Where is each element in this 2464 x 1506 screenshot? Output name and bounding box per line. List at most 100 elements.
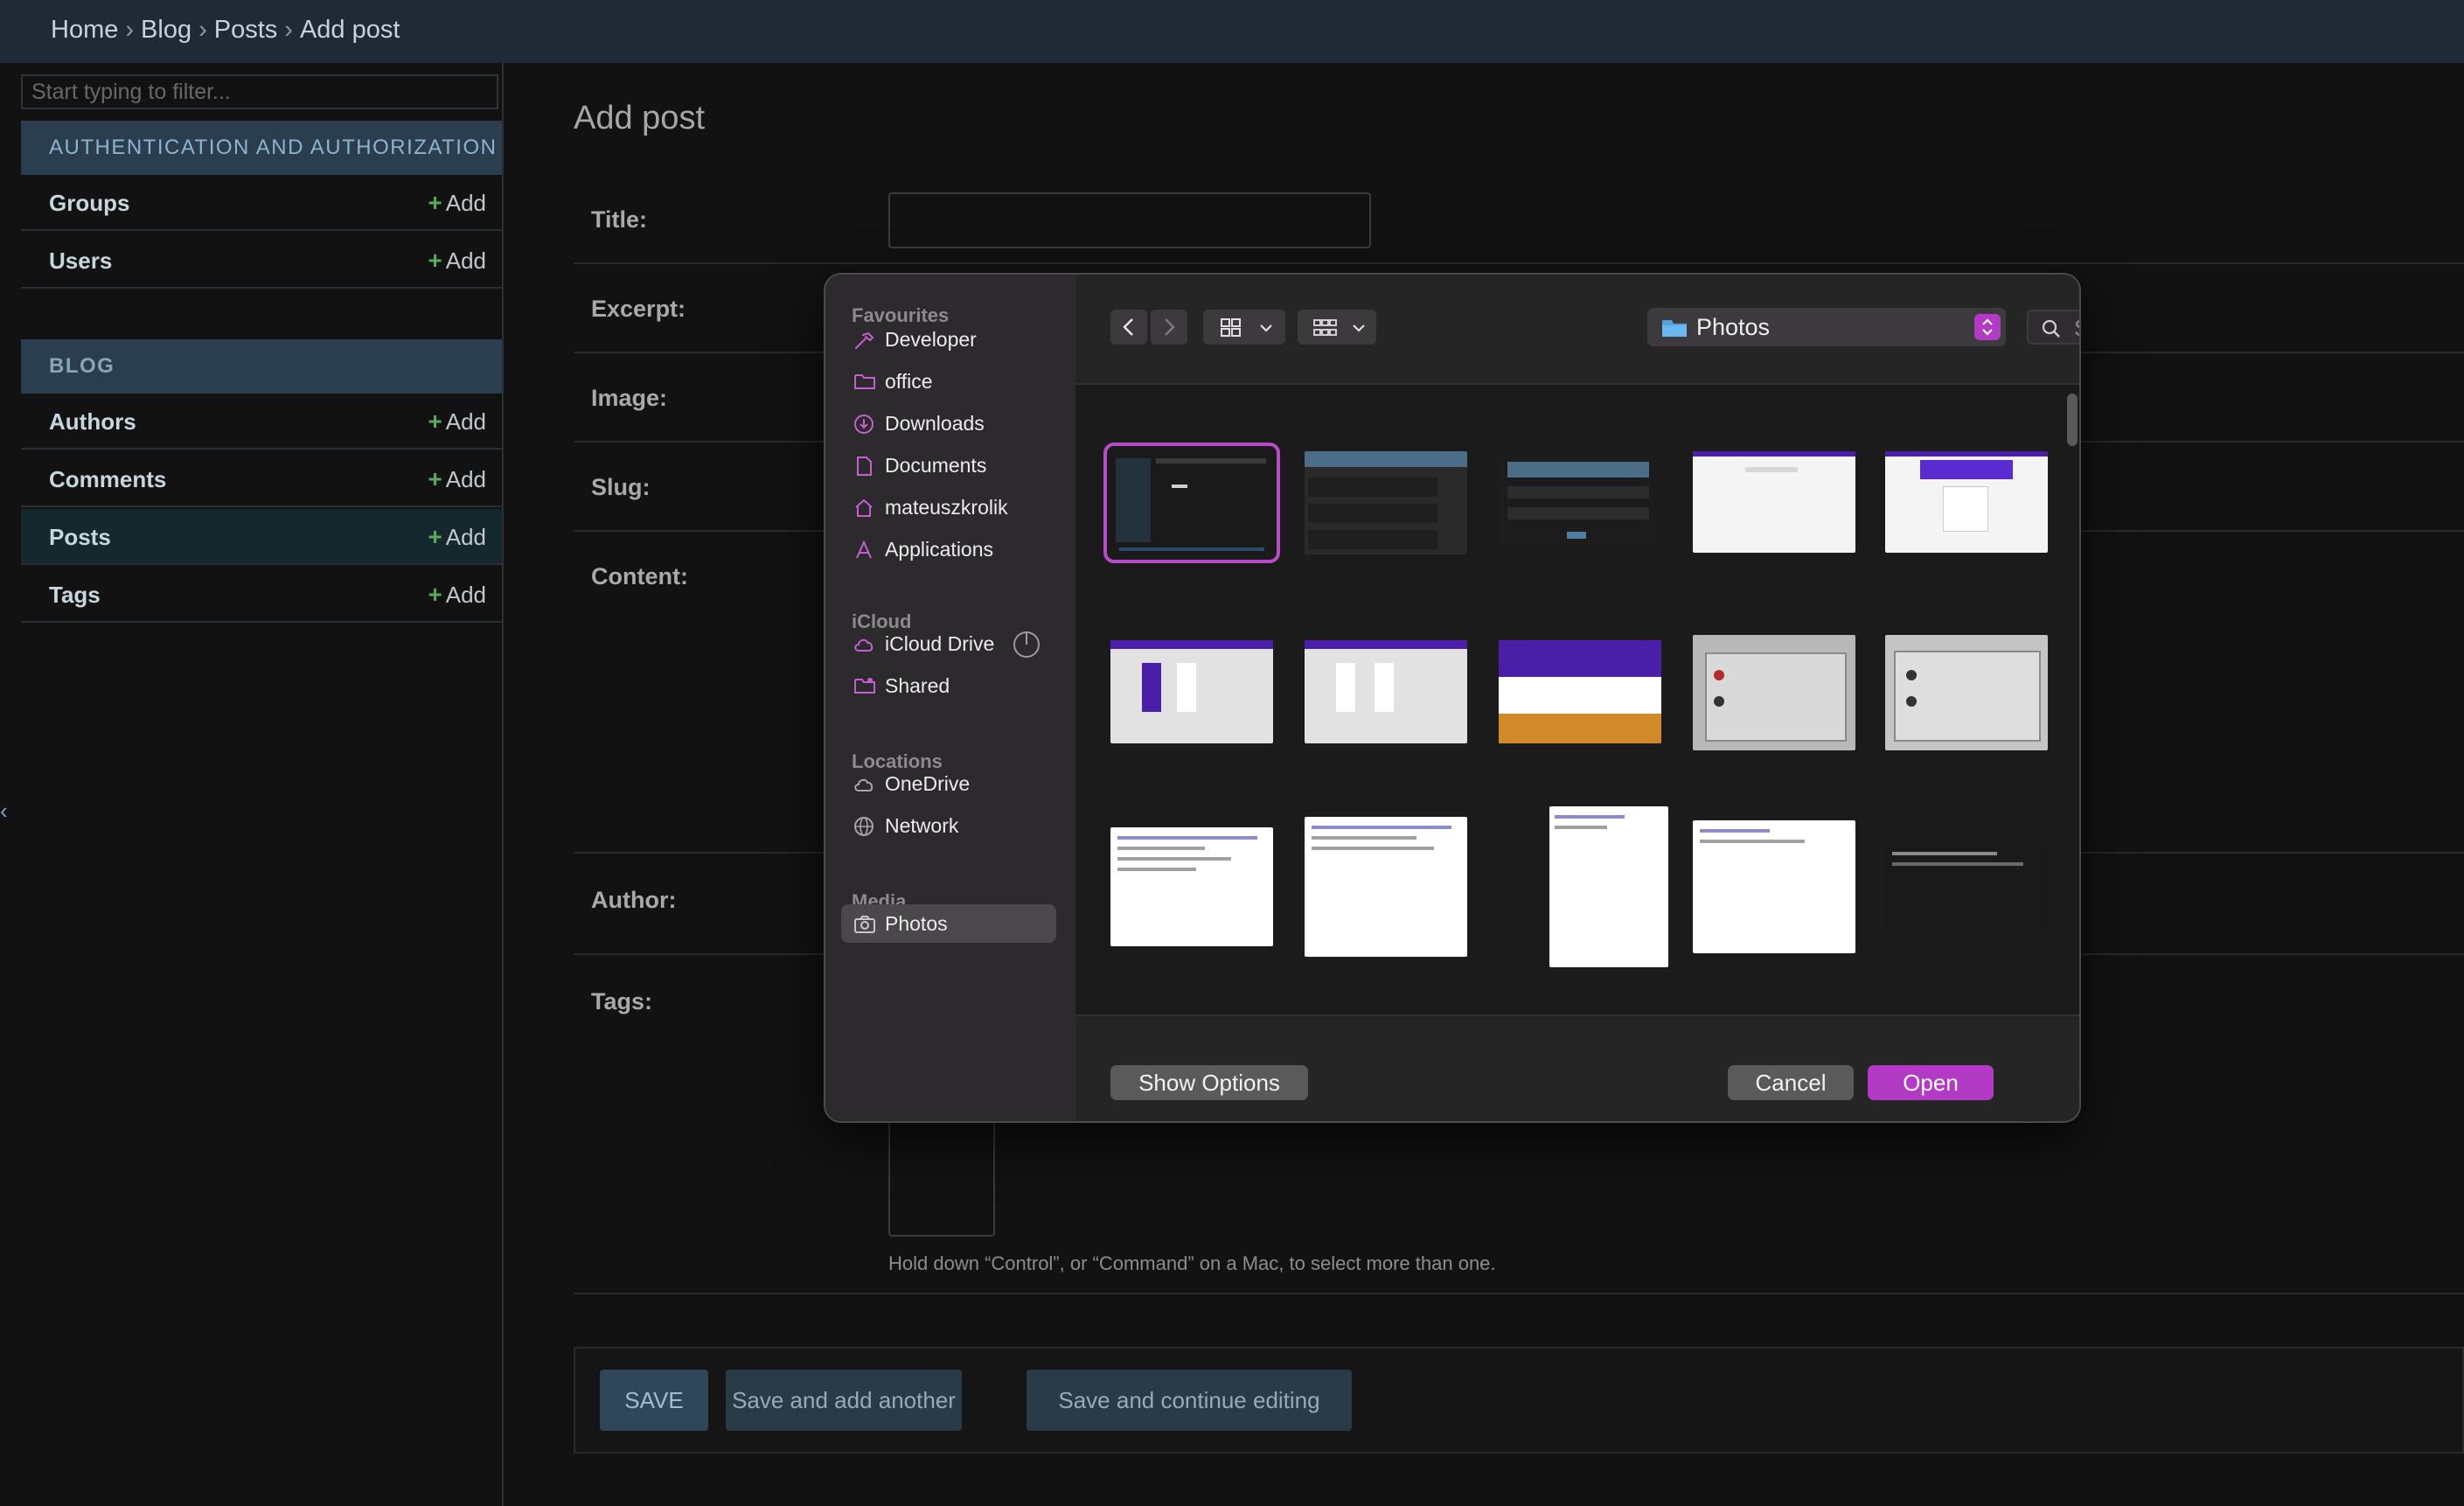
chevron-right-icon [1165, 318, 1175, 336]
show-options-button[interactable]: Show Options [1110, 1065, 1308, 1100]
sidebar-item-posts[interactable]: Posts + Add [21, 509, 502, 565]
view-mode-button[interactable] [1203, 310, 1285, 345]
download-icon [854, 415, 874, 434]
sidebar-item-label: Developer [885, 328, 977, 351]
tags-help-text: Hold down “Control”, or “Command” on a M… [888, 1252, 1496, 1274]
plus-icon: + [428, 247, 442, 274]
scrollbar-thumb[interactable] [2067, 394, 2078, 446]
photo-thumbnail[interactable] [1110, 827, 1273, 946]
sidebar-item-photos[interactable]: Photos [841, 904, 1056, 943]
breadcrumb-blog[interactable]: Blog [141, 16, 191, 44]
module-header-blog[interactable]: BLOG [21, 339, 502, 394]
sidebar-item-authors[interactable]: Authors + Add [21, 394, 502, 450]
sidebar-item-groups[interactable]: Groups + Add [21, 175, 502, 231]
excerpt-label: Excerpt: [591, 296, 686, 322]
location-stepper[interactable] [1974, 314, 2001, 340]
add-label: Add [445, 524, 486, 550]
group-by-button[interactable] [1298, 310, 1376, 345]
sidebar-item-office[interactable]: office [841, 362, 1056, 401]
dialog-sidebar: Favourites Developer office Downloads Do… [825, 275, 1075, 1121]
sidebar-item-label[interactable]: Authors [49, 394, 136, 450]
sidebar-item-label: Applications [885, 538, 994, 561]
photo-thumbnail[interactable] [1693, 451, 1855, 553]
sidebar-collapse-toggle[interactable]: ‹ [0, 798, 8, 825]
sidebar-filter-input[interactable] [21, 74, 498, 109]
file-grid [1075, 383, 2079, 1014]
sidebar-item-applications[interactable]: Applications [841, 530, 1056, 568]
breadcrumb-separator: › [284, 16, 293, 44]
sidebar-item-documents[interactable]: Documents [841, 446, 1056, 485]
title-input[interactable] [888, 192, 1371, 248]
sync-progress-icon [1013, 631, 1040, 658]
forward-button[interactable] [1151, 310, 1187, 345]
cancel-button[interactable]: Cancel [1728, 1065, 1854, 1100]
sidebar-item-downloads[interactable]: Downloads [841, 404, 1056, 443]
open-button[interactable]: Open [1868, 1065, 1994, 1100]
sidebar-item-label[interactable]: Posts [49, 509, 111, 565]
sidebar-item-tags[interactable]: Tags + Add [21, 567, 502, 623]
breadcrumb-separator: › [125, 16, 135, 44]
author-label: Author: [591, 887, 677, 913]
sidebar-item-label[interactable]: Comments [49, 451, 166, 507]
add-authors-link[interactable]: + Add [428, 394, 486, 450]
photo-thumbnail[interactable] [1885, 635, 2048, 750]
globe-icon [854, 817, 874, 836]
add-users-link[interactable]: + Add [428, 233, 486, 289]
save-and-continue-button[interactable]: Save and continue editing [1027, 1370, 1352, 1431]
add-label: Add [445, 408, 486, 435]
photo-thumbnail[interactable] [1110, 640, 1273, 743]
breadcrumb-posts[interactable]: Posts [214, 16, 278, 44]
sidebar-item-label: OneDrive [885, 772, 971, 795]
sidebar-item-onedrive[interactable]: OneDrive [841, 764, 1056, 803]
up-down-chevron-icon [1982, 318, 1993, 336]
photo-thumbnail[interactable] [1305, 817, 1467, 957]
add-posts-link[interactable]: + Add [428, 509, 486, 565]
add-comments-link[interactable]: + Add [428, 451, 486, 507]
sidebar-item-label: office [885, 370, 933, 393]
sidebar-item-label: Photos [885, 912, 948, 935]
tags-label: Tags: [591, 988, 653, 1014]
save-button[interactable]: SAVE [600, 1370, 708, 1431]
module-header-auth[interactable]: AUTHENTICATION AND AUTHORIZATION [21, 121, 502, 175]
title-label: Title: [591, 206, 648, 233]
sidebar-item-comments[interactable]: Comments + Add [21, 451, 502, 507]
sidebar-item-network[interactable]: Network [841, 806, 1056, 845]
nav-sidebar: AUTHENTICATION AND AUTHORIZATION Groups … [19, 63, 504, 1506]
photo-thumbnail[interactable] [1693, 820, 1855, 953]
breadcrumb-current: Add post [299, 16, 400, 44]
photo-thumbnail[interactable] [1549, 806, 1668, 967]
photo-thumbnail[interactable] [1885, 845, 2048, 931]
photo-thumbnail[interactable] [1885, 451, 2048, 553]
sidebar-item-developer[interactable]: Developer [841, 320, 1056, 359]
back-button[interactable] [1110, 310, 1147, 345]
photo-thumbnail[interactable] [1693, 635, 1855, 750]
admin-header: Home › Blog › Posts › Add post [0, 0, 2464, 63]
add-groups-link[interactable]: + Add [428, 175, 486, 231]
sidebar-item-label: Downloads [885, 412, 985, 435]
breadcrumb: Home › Blog › Posts › Add post [51, 16, 400, 45]
photo-thumbnail[interactable] [1305, 640, 1467, 743]
photo-thumbnail[interactable] [1305, 451, 1467, 554]
sidebar-item-label[interactable]: Users [49, 233, 112, 289]
sidebar-item-users[interactable]: Users + Add [21, 233, 502, 289]
sidebar-item-label[interactable]: Groups [49, 175, 129, 231]
photo-thumbnail[interactable] [1499, 457, 1661, 549]
location-popup[interactable]: Photos [1647, 308, 2006, 346]
applications-icon [856, 540, 872, 559]
dialog-toolbar: Photos Search [1075, 275, 2079, 383]
sidebar-item-home[interactable]: mateuszkrolik [841, 488, 1056, 526]
sidebar-item-label[interactable]: Tags [49, 567, 101, 623]
search-field[interactable]: Search [2027, 310, 2079, 345]
folder-icon [854, 374, 875, 389]
add-tags-link[interactable]: + Add [428, 567, 486, 623]
plus-icon: + [428, 189, 442, 216]
chevron-down-icon [1353, 324, 1365, 332]
sidebar-item-icloud-drive[interactable]: iCloud Drive [841, 624, 1056, 663]
photo-thumbnail[interactable] [1499, 640, 1661, 743]
sidebar-item-shared[interactable]: Shared [841, 666, 1056, 705]
icon-view-icon [1221, 318, 1241, 337]
cloud-icon [854, 778, 874, 791]
breadcrumb-home[interactable]: Home [51, 16, 118, 44]
photo-thumbnail[interactable] [1103, 443, 1280, 563]
save-and-add-another-button[interactable]: Save and add another [726, 1370, 962, 1431]
